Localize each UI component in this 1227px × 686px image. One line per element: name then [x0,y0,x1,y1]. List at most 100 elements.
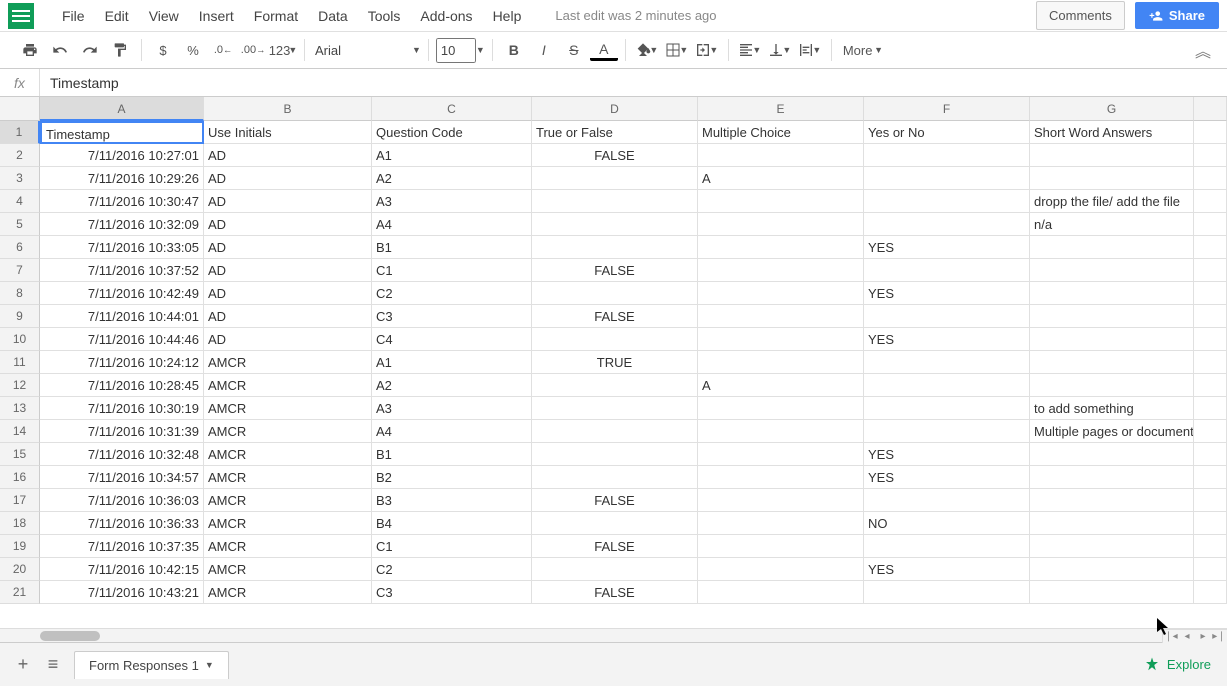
cell[interactable]: 7/11/2016 10:30:19 [40,397,204,420]
cell[interactable] [698,558,864,581]
cell[interactable]: 7/11/2016 10:36:33 [40,512,204,535]
cell-header[interactable]: Timestamp [40,121,204,144]
menu-add-ons[interactable]: Add-ons [410,4,482,28]
increase-decimal-icon[interactable]: .00→ [239,36,267,64]
cell[interactable]: AD [204,259,372,282]
print-icon[interactable] [16,36,44,64]
cell[interactable] [1194,305,1227,328]
cell[interactable] [1194,397,1227,420]
cell[interactable]: AD [204,167,372,190]
cell-header[interactable]: Question Code [372,121,532,144]
cell[interactable] [1194,466,1227,489]
cell[interactable] [698,213,864,236]
cell[interactable] [864,351,1030,374]
cell[interactable] [1194,512,1227,535]
cell[interactable]: 7/11/2016 10:31:39 [40,420,204,443]
nav-first-icon[interactable]: ❘◂ [1163,630,1179,643]
currency-icon[interactable]: $ [149,36,177,64]
cell[interactable] [1194,167,1227,190]
cell[interactable]: 7/11/2016 10:32:09 [40,213,204,236]
text-color-icon[interactable]: A [590,39,618,61]
cell[interactable]: AD [204,328,372,351]
cell[interactable] [1030,351,1194,374]
cell[interactable] [698,581,864,604]
menu-insert[interactable]: Insert [189,4,244,28]
cell[interactable]: FALSE [532,259,698,282]
cell[interactable] [532,213,698,236]
cell[interactable] [864,305,1030,328]
fill-color-icon[interactable]: ▼ [633,36,661,64]
bold-icon[interactable]: B [500,36,528,64]
column-header[interactable]: B [204,97,372,121]
menu-help[interactable]: Help [483,4,532,28]
cell[interactable]: 7/11/2016 10:44:01 [40,305,204,328]
cell[interactable] [532,420,698,443]
menu-edit[interactable]: Edit [95,4,139,28]
cell[interactable] [532,512,698,535]
cell[interactable]: 7/11/2016 10:34:57 [40,466,204,489]
cell[interactable]: AD [204,190,372,213]
row-header[interactable]: 9 [0,305,40,328]
column-header-extra[interactable] [1194,97,1227,121]
menu-view[interactable]: View [139,4,189,28]
cell-header[interactable]: Short Word Answers [1030,121,1194,144]
column-header[interactable]: A [40,97,204,121]
text-wrap-icon[interactable]: ▼ [796,36,824,64]
cell[interactable]: 7/11/2016 10:28:45 [40,374,204,397]
row-header[interactable]: 3 [0,167,40,190]
cell[interactable]: C2 [372,282,532,305]
cell[interactable]: FALSE [532,305,698,328]
cell[interactable]: B1 [372,236,532,259]
cell[interactable] [698,305,864,328]
cell[interactable] [532,558,698,581]
decrease-decimal-icon[interactable]: .0← [209,36,237,64]
cell[interactable]: A4 [372,420,532,443]
row-header[interactable]: 6 [0,236,40,259]
cell[interactable]: to add something [1030,397,1194,420]
cell[interactable] [1030,489,1194,512]
cell[interactable] [864,581,1030,604]
nav-last-icon[interactable]: ▸❘ [1211,630,1227,643]
cell[interactable] [1194,535,1227,558]
cell-header[interactable]: True or False [532,121,698,144]
cell[interactable]: 7/11/2016 10:44:46 [40,328,204,351]
cell[interactable]: AMCR [204,420,372,443]
row-header[interactable]: 16 [0,466,40,489]
percent-icon[interactable]: % [179,36,207,64]
cell[interactable] [864,535,1030,558]
merge-cells-icon[interactable]: ▼ [693,36,721,64]
cell[interactable]: C1 [372,535,532,558]
cell[interactable]: YES [864,443,1030,466]
cell[interactable] [864,213,1030,236]
cell[interactable] [532,443,698,466]
row-header[interactable]: 10 [0,328,40,351]
cell[interactable] [1030,259,1194,282]
fx-icon[interactable]: fx [0,69,40,96]
cell[interactable] [532,167,698,190]
strikethrough-icon[interactable]: S [560,36,588,64]
cell[interactable] [1030,282,1194,305]
row-header[interactable]: 1 [0,121,40,144]
cell[interactable]: C3 [372,581,532,604]
cell[interactable] [1194,236,1227,259]
horizontal-scrollbar[interactable]: ❘◂ ◂ ▸ ▸❘ [0,628,1227,642]
cell[interactable]: 7/11/2016 10:33:05 [40,236,204,259]
nav-next-icon[interactable]: ▸ [1195,630,1211,643]
cell[interactable] [698,351,864,374]
cell[interactable]: 7/11/2016 10:29:26 [40,167,204,190]
all-sheets-icon[interactable]: ≡ [38,650,68,680]
cell[interactable] [864,489,1030,512]
cell[interactable] [698,236,864,259]
cell[interactable] [698,282,864,305]
cell[interactable] [532,328,698,351]
cell[interactable]: FALSE [532,144,698,167]
nav-prev-icon[interactable]: ◂ [1179,630,1195,643]
cell[interactable] [864,420,1030,443]
cell[interactable]: A3 [372,397,532,420]
cell[interactable] [1030,305,1194,328]
cell[interactable] [698,190,864,213]
cell[interactable]: AMCR [204,512,372,535]
cell[interactable]: 7/11/2016 10:43:21 [40,581,204,604]
row-header[interactable]: 15 [0,443,40,466]
add-sheet-icon[interactable]: + [8,650,38,680]
